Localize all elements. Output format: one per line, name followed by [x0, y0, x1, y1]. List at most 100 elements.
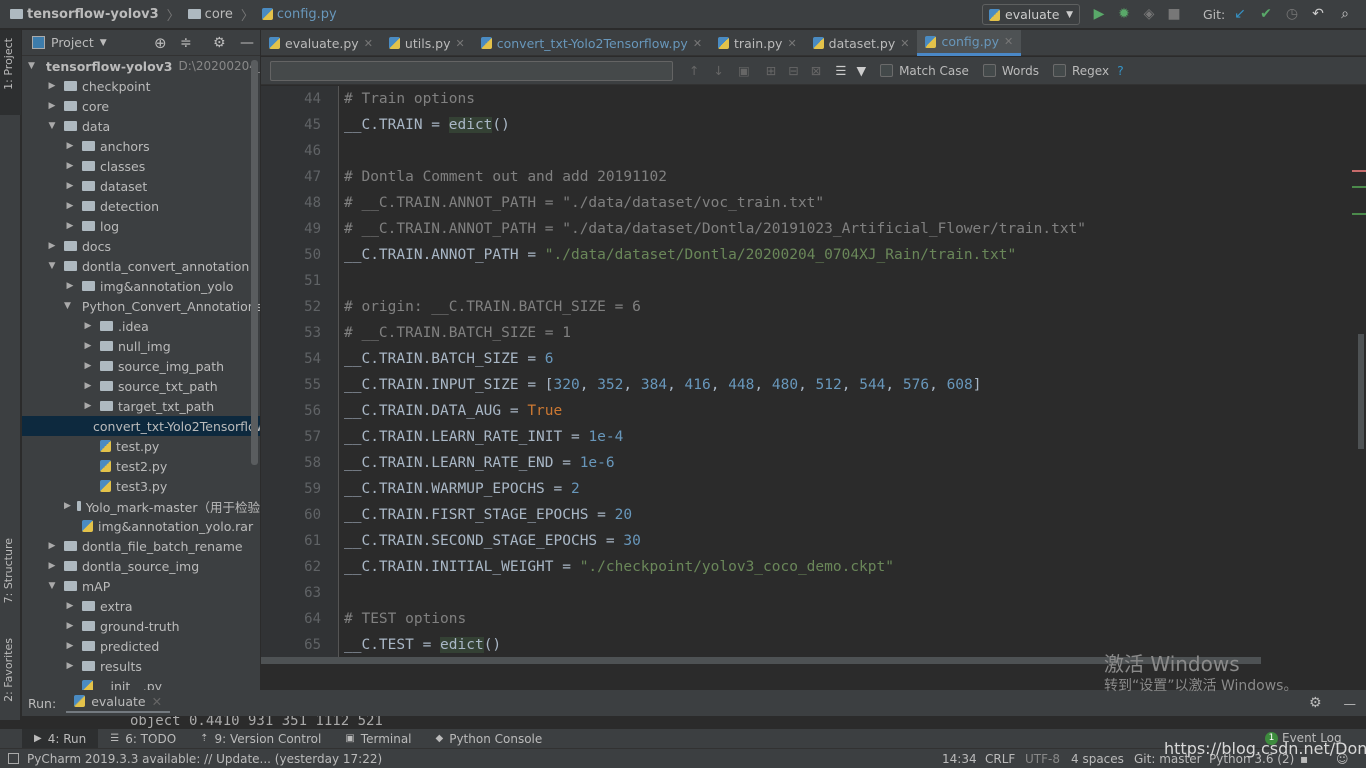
collapsed-arrow-icon[interactable]: ▶: [64, 501, 71, 511]
code-editor[interactable]: 44 # Train options 45 __C.TRAIN = edict() 46…: [261, 86, 1366, 664]
status-message[interactable]: PyCharm 2019.3.3 available: // Update...…: [27, 752, 382, 766]
next-occurrence-icon[interactable]: ↓: [713, 63, 723, 78]
collapsed-arrow-icon[interactable]: ▶: [82, 381, 94, 391]
tree-item[interactable]: ▶ source_img_path: [22, 356, 260, 376]
collapse-all-icon[interactable]: ≑: [180, 35, 192, 51]
editor-scrollbar[interactable]: [1358, 334, 1364, 449]
tree-item[interactable]: ▶ classes: [22, 156, 260, 176]
tool-tab-6-todo[interactable]: ☰ 6: TODO: [98, 729, 188, 749]
expanded-arrow-icon[interactable]: ▼: [46, 261, 58, 271]
collapsed-arrow-icon[interactable]: ▶: [64, 201, 76, 211]
collapsed-arrow-icon[interactable]: ▶: [46, 81, 58, 91]
collapsed-arrow-icon[interactable]: ▶: [64, 661, 76, 671]
tree-item[interactable]: ▶ null_img: [22, 336, 260, 356]
tree-item[interactable]: test2.py: [22, 456, 260, 476]
filter-icon[interactable]: ▼: [856, 63, 866, 78]
code-line[interactable]: __C.TRAIN = edict(): [344, 112, 510, 138]
tree-item[interactable]: ▶ core: [22, 96, 260, 116]
close-icon[interactable]: ✕: [1004, 35, 1013, 48]
file-encoding[interactable]: UTF-8: [1025, 752, 1060, 766]
select-all-icon[interactable]: ⊠: [811, 63, 821, 78]
gear-icon[interactable]: ⚙: [1309, 695, 1322, 711]
tab-config-py[interactable]: config.py ✕: [917, 30, 1022, 56]
collapsed-arrow-icon[interactable]: ▶: [64, 601, 76, 611]
project-panel-title[interactable]: Project: [51, 35, 94, 50]
code-line[interactable]: # __C.TRAIN.BATCH_SIZE = 1: [344, 320, 571, 346]
tree-item[interactable]: test.py: [22, 436, 260, 456]
git-update-icon[interactable]: ↙: [1231, 5, 1249, 23]
tab-evaluate-py[interactable]: evaluate.py ✕: [261, 30, 381, 56]
git-rollback-icon[interactable]: ↶: [1309, 5, 1327, 23]
tree-item[interactable]: ▶ predicted: [22, 636, 260, 656]
tree-scrollbar[interactable]: [251, 60, 258, 465]
dropdown-arrow-icon[interactable]: ▼: [100, 38, 107, 48]
tree-item[interactable]: ▼ data: [22, 116, 260, 136]
code-line[interactable]: __C.TRAIN.INITIAL_WEIGHT = "./checkpoint…: [344, 554, 894, 580]
tree-item[interactable]: ▼ mAP: [22, 576, 260, 596]
code-line[interactable]: __C.TRAIN.DATA_AUG = True: [344, 398, 562, 424]
tool-tab-terminal[interactable]: ▣ Terminal: [333, 729, 423, 749]
favorites-tool-tab[interactable]: 2: Favorites: [2, 638, 15, 702]
expanded-arrow-icon[interactable]: ▼: [64, 301, 71, 311]
close-icon[interactable]: ✕: [152, 694, 162, 709]
caret-position[interactable]: 14:34: [942, 752, 977, 766]
collapsed-arrow-icon[interactable]: ▶: [64, 161, 76, 171]
code-line[interactable]: # Dontla Comment out and add 20191102: [344, 164, 667, 190]
expanded-arrow-icon[interactable]: ▼: [28, 61, 35, 71]
tree-item[interactable]: ▶ dontla_file_batch_rename: [22, 536, 260, 556]
code-line[interactable]: __C.TRAIN.BATCH_SIZE = 6: [344, 346, 554, 372]
collapsed-arrow-icon[interactable]: ▶: [82, 401, 94, 411]
tab-utils-py[interactable]: utils.py ✕: [381, 30, 473, 56]
breadcrumb-project[interactable]: tensorflow-yolov3: [27, 7, 159, 22]
collapsed-arrow-icon[interactable]: ▶: [46, 101, 58, 111]
tree-item[interactable]: ▶ .idea: [22, 316, 260, 336]
debug-icon[interactable]: ✹: [1115, 5, 1133, 23]
expanded-arrow-icon[interactable]: ▼: [46, 121, 58, 131]
breadcrumb-folder[interactable]: core: [205, 7, 233, 22]
tree-item[interactable]: ▼ dontla_convert_annotation: [22, 256, 260, 276]
code-line[interactable]: # Train options: [344, 86, 475, 112]
run-tab-evaluate[interactable]: evaluate ✕: [66, 694, 171, 713]
gear-icon[interactable]: ⚙: [213, 35, 226, 51]
tab-dataset-py[interactable]: dataset.py ✕: [805, 30, 918, 56]
code-line[interactable]: # origin: __C.TRAIN.BATCH_SIZE = 6: [344, 294, 641, 320]
code-line[interactable]: __C.TRAIN.WARMUP_EPOCHS = 2: [344, 476, 580, 502]
code-line[interactable]: __C.TRAIN.SECOND_STAGE_EPOCHS = 30: [344, 528, 641, 554]
expanded-arrow-icon[interactable]: ▼: [46, 581, 58, 591]
collapsed-arrow-icon[interactable]: ▶: [82, 321, 94, 331]
regex-checkbox[interactable]: Regex: [1052, 64, 1109, 78]
tool-tab-python-console[interactable]: ◆ Python Console: [424, 729, 555, 749]
minimize-icon[interactable]: —: [1344, 696, 1357, 711]
collapsed-arrow-icon[interactable]: ▶: [82, 341, 94, 351]
collapsed-arrow-icon[interactable]: ▶: [64, 641, 76, 651]
tree-item[interactable]: ▶ anchors: [22, 136, 260, 156]
collapsed-arrow-icon[interactable]: ▶: [46, 241, 58, 251]
project-tool-tab[interactable]: 1: Project: [2, 38, 15, 90]
tree-item[interactable]: ▶ Yolo_mark-master（用于检验: [22, 496, 260, 516]
code-line[interactable]: # TEST options: [344, 606, 466, 632]
close-icon[interactable]: ✕: [693, 37, 702, 50]
run-configuration-select[interactable]: evaluate ▼: [982, 4, 1080, 25]
collapsed-arrow-icon[interactable]: ▶: [46, 561, 58, 571]
words-checkbox[interactable]: Words: [982, 64, 1039, 78]
close-icon[interactable]: ✕: [456, 37, 465, 50]
breadcrumb-file[interactable]: config.py: [277, 7, 337, 22]
line-separator[interactable]: CRLF: [985, 752, 1015, 766]
tree-item[interactable]: __init__.py: [22, 676, 260, 690]
structure-tool-tab[interactable]: 7: Structure: [2, 538, 15, 603]
search-everywhere-icon[interactable]: ⌕: [1336, 5, 1354, 23]
tree-item[interactable]: ▶ source_txt_path: [22, 376, 260, 396]
tab-convert-txt-yolo2tensorflow-py[interactable]: convert_txt-Yolo2Tensorflow.py ✕: [473, 30, 710, 56]
coverage-icon[interactable]: ◈: [1140, 5, 1158, 23]
tree-item[interactable]: ▶ extra: [22, 596, 260, 616]
tree-item[interactable]: ▶ target_txt_path: [22, 396, 260, 416]
tree-item[interactable]: ▼ tensorflow-yolov3 D:\20200204_t: [22, 56, 260, 76]
tree-item[interactable]: test3.py: [22, 476, 260, 496]
remove-selection-icon[interactable]: ⊟: [788, 63, 798, 78]
tree-item[interactable]: ▶ dataset: [22, 176, 260, 196]
git-commit-icon[interactable]: ✔: [1257, 5, 1275, 23]
regex-help-link[interactable]: ?: [1117, 63, 1124, 78]
collapsed-arrow-icon[interactable]: ▶: [64, 281, 76, 291]
select-all-occurrences-icon[interactable]: ▣: [738, 63, 750, 78]
stop-icon[interactable]: ■: [1165, 5, 1183, 23]
